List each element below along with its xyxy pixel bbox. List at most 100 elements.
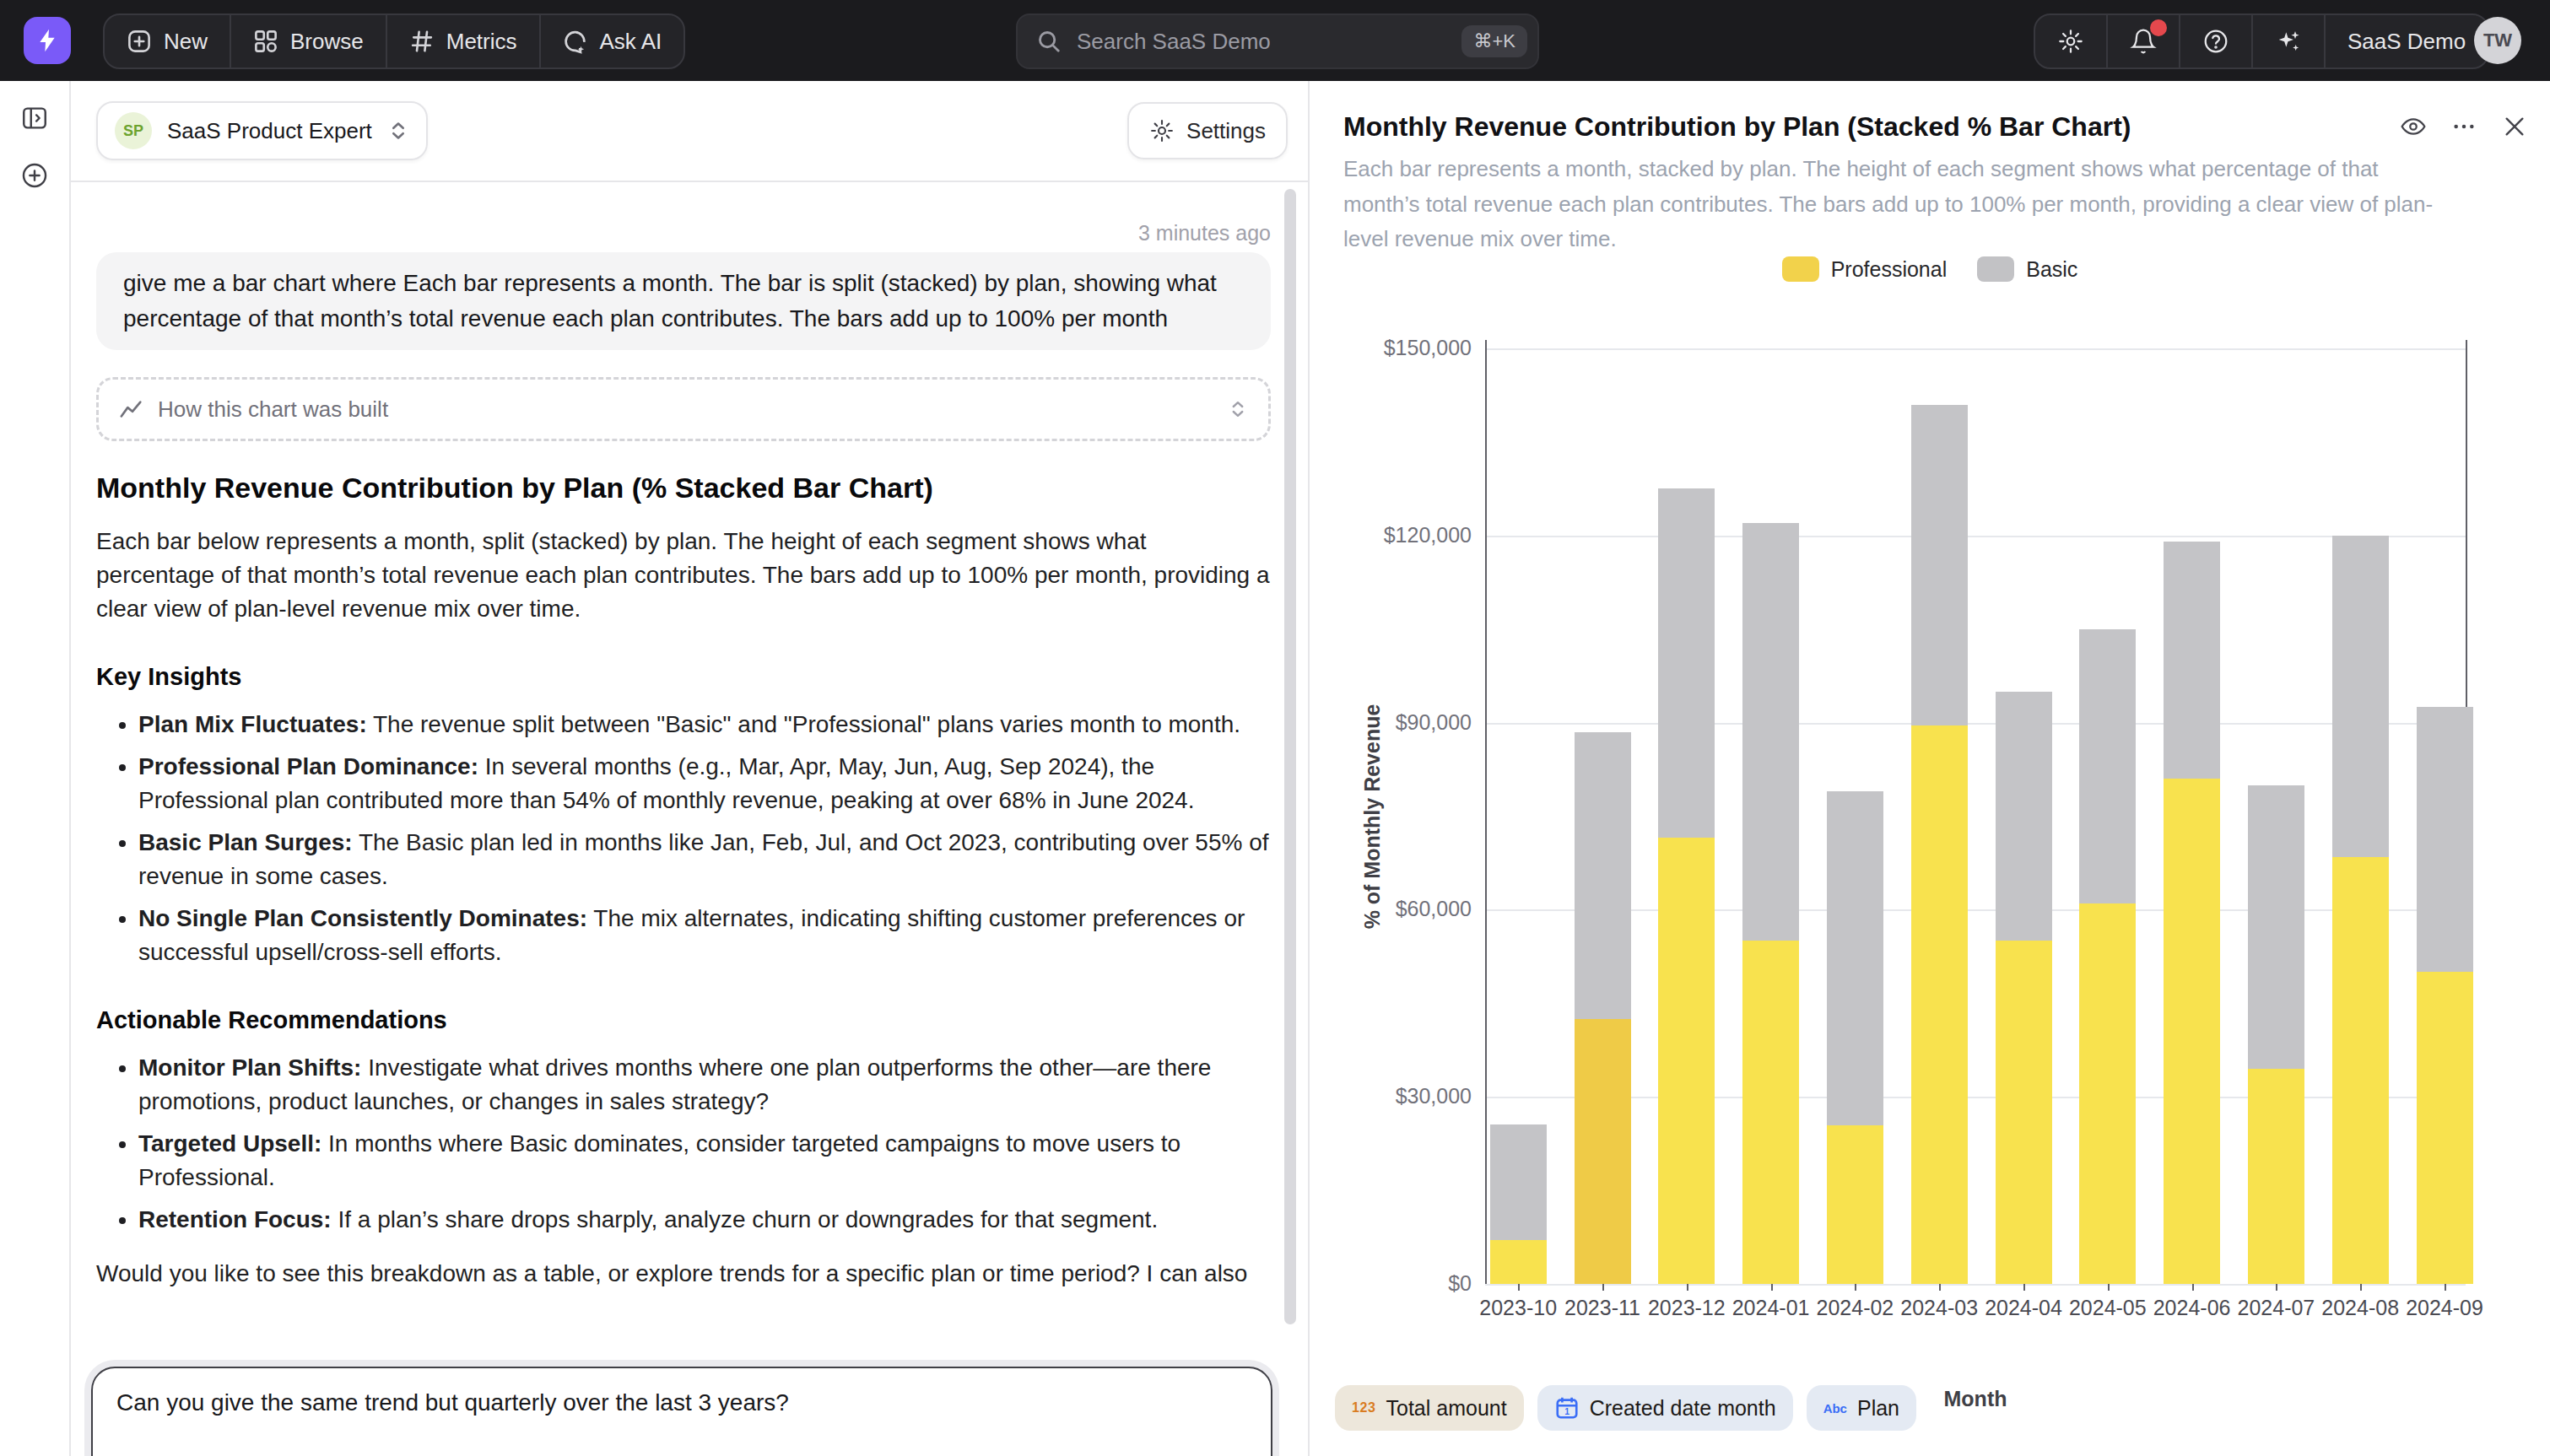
nav-item-ask-ai[interactable]: Ask AI [539,15,684,67]
bar-basic[interactable] [1827,791,1883,1125]
bar-basic[interactable] [2417,707,2473,972]
bar-professional[interactable] [2332,857,2389,1284]
bar-basic[interactable] [2079,629,2136,903]
bullet-item: Monitor Plan Shifts: Investigate what dr… [138,1051,1271,1119]
calendar-icon: 1 [1554,1395,1580,1421]
response-bullet-list: Monitor Plan Shifts: Investigate what dr… [96,1051,1271,1237]
y-tick-label: $90,000 [1320,710,1472,735]
bar-basic[interactable] [1742,523,1799,941]
bar-basic[interactable] [1490,1124,1547,1240]
response-intro: Each bar below represents a month, split… [96,525,1271,626]
ai-assistant-button[interactable] [2251,15,2324,67]
bar-professional[interactable] [1658,838,1715,1284]
agent-name: SaaS Product Expert [167,118,372,144]
app: NewBrowseMetricsAsk AI Search SaaS Demo … [0,0,2550,1456]
collapse-sidebar-button[interactable] [9,94,60,142]
bar-professional[interactable] [2417,972,2473,1284]
chip-label: Created date month [1590,1396,1776,1421]
chip-created-date-month[interactable]: 1 Created date month [1537,1385,1793,1431]
grid-icon [253,29,278,54]
x-tick-mark [2360,1284,2362,1291]
bullet-item: Targeted Upsell: In months where Basic d… [138,1127,1271,1194]
search-input[interactable]: Search SaaS Demo ⌘+K [1016,13,1539,69]
bullet-item: Plan Mix Fluctuates: The revenue split b… [138,708,1271,741]
search-shortcut: ⌘+K [1461,25,1527,57]
message-timestamp: 3 minutes ago [96,221,1271,245]
x-tick-label: 2024-09 [2385,1296,2504,1320]
bullet-item: Professional Plan Dominance: In several … [138,750,1271,817]
chart-panel: Monthly Revenue Contribution by Plan (St… [1308,81,2550,1456]
x-tick-mark [1687,1284,1688,1291]
chat-scrollbar[interactable] [1284,189,1296,1324]
settings-gear-button[interactable] [2035,15,2106,67]
chip-total-amount[interactable]: 123 Total amount [1335,1385,1524,1431]
y-tick-label: $120,000 [1320,523,1472,547]
stacked-bar-chart: $0$30,000$60,000$90,000$120,000$150,0002… [1310,81,2550,1456]
gridline [1485,723,2466,725]
bar-basic[interactable] [1996,692,2052,941]
nav-item-browse[interactable]: Browse [230,15,386,67]
bar-professional[interactable] [1575,1019,1631,1284]
bar-professional[interactable] [1490,1240,1547,1284]
bullet-item: Basic Plan Surges: The Basic plan led in… [138,826,1271,893]
response-outro: Would you like to see this breakdown as … [96,1257,1271,1289]
bar-professional[interactable] [1742,941,1799,1284]
chat-settings-button[interactable]: Settings [1127,102,1288,159]
left-rail [0,81,71,1456]
svg-text:1: 1 [1564,1407,1569,1416]
bar-professional[interactable] [2079,903,2136,1284]
bar-basic[interactable] [2248,785,2304,1069]
app-logo[interactable] [24,17,71,64]
chat-sparkle-icon [563,29,588,54]
response-section-heading: Key Insights [96,663,1271,691]
x-tick-mark [1939,1284,1941,1291]
nav-item-new[interactable]: New [105,15,230,67]
how-chart-built-expander[interactable]: How this chart was built [96,377,1271,441]
bar-basic[interactable] [2332,536,2389,857]
help-icon [2202,28,2229,55]
y-axis-title: % of Monthly Revenue [1360,704,1385,929]
x-tick-mark [1602,1284,1604,1291]
chat-messages: 3 minutes ago give me a bar chart where … [71,184,1308,1289]
bar-basic[interactable] [1911,405,1968,726]
bar-basic[interactable] [2164,542,2220,779]
user-avatar[interactable]: TW [2474,17,2521,64]
chip-plan[interactable]: Abc Plan [1807,1385,1916,1431]
user-message: give me a bar chart where Each bar repre… [96,252,1271,350]
help-button[interactable] [2179,15,2251,67]
y-axis-line [1485,340,1487,1284]
x-tick-mark [2276,1284,2277,1291]
agent-select[interactable]: SP SaaS Product Expert [96,101,428,160]
workspace-button[interactable]: SaaS Demo [2324,15,2488,67]
nav-button-group: NewBrowseMetricsAsk AI [103,13,685,69]
bar-professional[interactable] [1911,725,1968,1284]
new-chat-button[interactable] [9,152,60,199]
nav-item-metrics[interactable]: Metrics [386,15,539,67]
number-field-icon: 123 [1352,1400,1376,1416]
x-tick-mark [2023,1284,2025,1291]
chip-label: Total amount [1386,1396,1507,1421]
chevron-updown-icon [1228,399,1248,419]
chart-line-icon [119,396,144,422]
chevron-updown-icon [387,120,409,142]
text-field-icon: Abc [1823,1401,1847,1416]
bar-basic[interactable] [1575,732,1631,1019]
response-title: Monthly Revenue Contribution by Plan (% … [96,472,1271,504]
field-chips: 123 Total amount 1 Created date month Abc Pla… [1335,1385,1916,1431]
composer-wrapper: Can you give the same trend but quarterl… [84,1360,1279,1456]
bar-professional[interactable] [2248,1069,2304,1284]
bullet-item: No Single Plan Consistently Dominates: T… [138,902,1271,969]
notifications-button[interactable] [2106,15,2179,67]
sparkles-icon [2275,28,2302,55]
how-chart-built-label: How this chart was built [158,396,1228,423]
bar-professional[interactable] [1996,941,2052,1284]
chip-label: Plan [1857,1396,1899,1421]
search-icon [1036,29,1062,54]
bar-basic[interactable] [1658,488,1715,838]
message-input-value: Can you give the same trend but quarterl… [116,1385,1247,1421]
response-section-heading: Actionable Recommendations [96,1006,1271,1034]
bar-professional[interactable] [2164,779,2220,1284]
gridline [1485,536,2466,537]
message-input[interactable]: Can you give the same trend but quarterl… [91,1367,1272,1456]
bar-professional[interactable] [1827,1124,1883,1284]
